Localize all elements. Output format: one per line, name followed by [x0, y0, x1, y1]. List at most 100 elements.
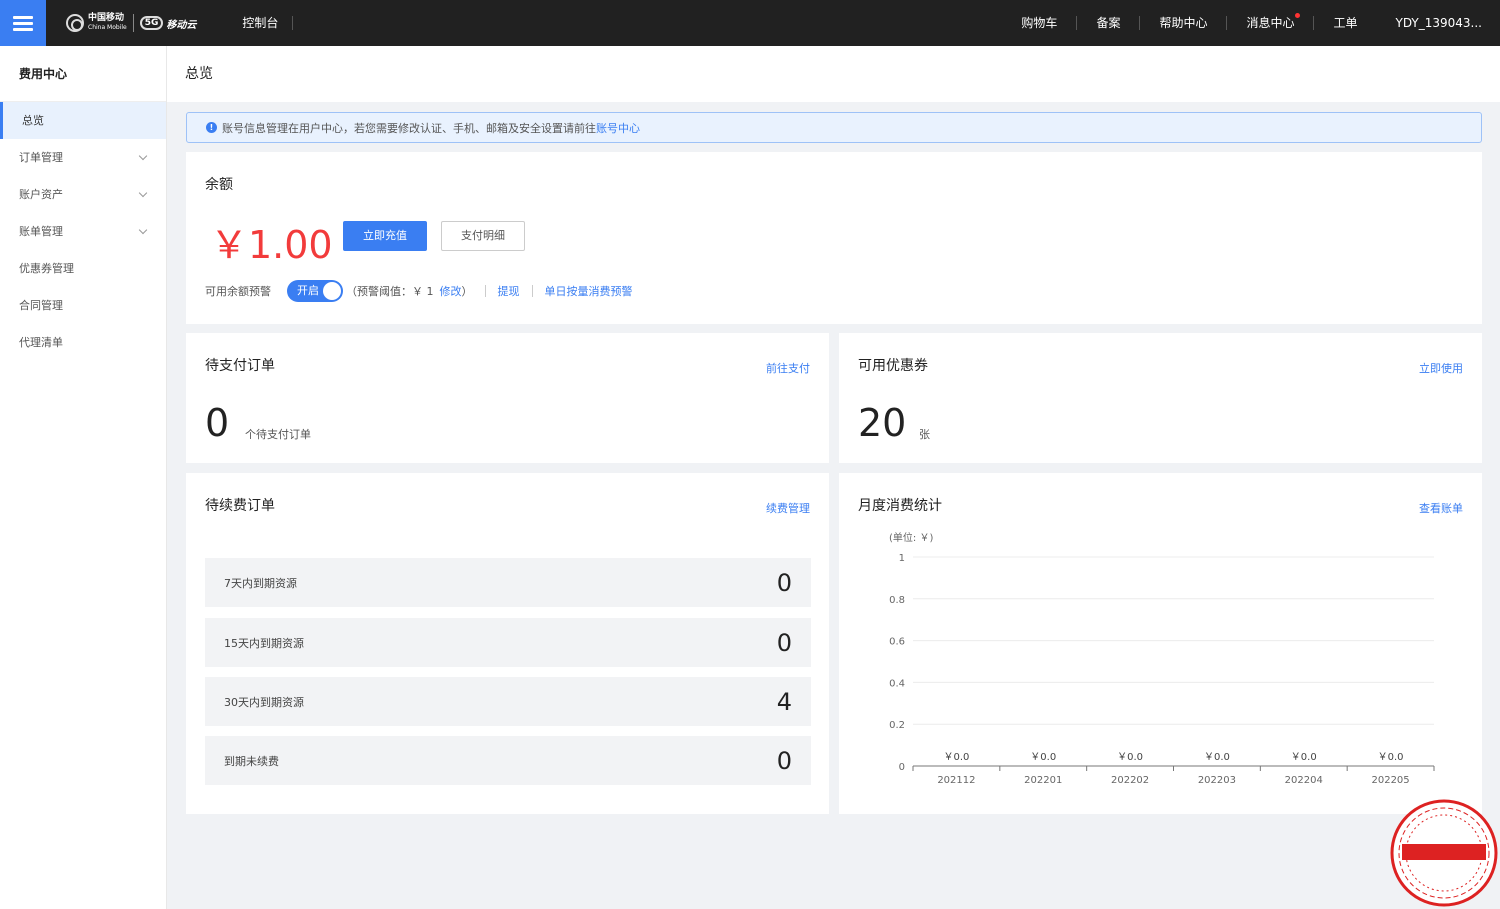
- chart-y-tick-label: 0.2: [889, 720, 905, 731]
- chevron-down-icon: [138, 188, 148, 198]
- user-menu[interactable]: YDY_139043...: [1377, 16, 1483, 30]
- chart-data-label: ￥0.0: [1291, 752, 1317, 763]
- sidebar: 费用中心 总览 订单管理 账户资产 账单管理 优惠券管理 合同管理 代理清单: [0, 46, 167, 909]
- coupons-title: 可用优惠券: [858, 358, 928, 374]
- notice-text: 账号信息管理在用户中心，若您需要修改认证、手机、邮箱及安全设置请前往: [222, 121, 596, 135]
- daily-usage-alert-link[interactable]: 单日按量消费预警: [545, 283, 633, 299]
- sidebar-item-coupons[interactable]: 优惠券管理: [0, 250, 166, 287]
- chart-x-tick-label: 202205: [1371, 775, 1409, 786]
- logo-cn-text: 中国移动: [88, 13, 125, 23]
- chart-x-tick-label: 202202: [1111, 775, 1149, 786]
- toggle-knob: [323, 282, 341, 300]
- modify-threshold-link[interactable]: 修改: [440, 283, 462, 299]
- monthly-spend-chart: (单位: ￥) 0 0.2 0.4 0.6 0.8 1 ￥0.0 202112 ￥0.0 20220…: [889, 531, 1435, 786]
- coupons-count: 20: [858, 401, 907, 445]
- renewal-title: 待续费订单: [205, 498, 275, 514]
- sidebar-item-bills[interactable]: 账单管理: [0, 213, 166, 250]
- toggle-label: 开启: [297, 284, 319, 297]
- renewal-row-label: 15天内到期资源: [224, 636, 304, 650]
- logo-cloud-text: 移动云: [166, 19, 197, 31]
- page-title: 总览: [185, 66, 213, 82]
- coupons-unit: 张: [919, 428, 930, 441]
- chart-y-tick-label: 0: [899, 762, 905, 773]
- page-header: 总览: [167, 46, 1500, 102]
- logo[interactable]: 中国移动 China Mobile 5G 移动云: [66, 0, 196, 46]
- sidebar-item-agent-list[interactable]: 代理清单: [0, 324, 166, 361]
- console-link[interactable]: 控制台: [242, 16, 294, 30]
- balance-title: 余额: [205, 177, 233, 193]
- sidebar-item-label: 订单管理: [19, 151, 63, 164]
- info-notice: ! 账号信息管理在用户中心，若您需要修改认证、手机、邮箱及安全设置请前往 账号中…: [186, 112, 1482, 143]
- renewal-row-value: 4: [776, 687, 792, 716]
- sidebar-item-overview[interactable]: 总览: [0, 102, 166, 139]
- balance-alert-row: 可用余额预警 开启 （预警阈值：￥ 1 修改 ） 提现 单日按量消费预警: [205, 279, 633, 303]
- renewal-row-label: 7天内到期资源: [224, 576, 297, 590]
- payment-details-button[interactable]: 支付明细: [441, 221, 525, 251]
- balance-amount: ￥1.00: [210, 223, 333, 267]
- chart-x-tick-label: 202203: [1198, 775, 1236, 786]
- hamburger-menu-button[interactable]: [0, 0, 46, 46]
- coupons-card: 可用优惠券 立即使用 20 张: [839, 333, 1482, 463]
- sidebar-item-label: 代理清单: [19, 336, 63, 349]
- use-coupons-link[interactable]: 立即使用: [1419, 360, 1463, 376]
- chart-x-tick-label: 202201: [1024, 775, 1062, 786]
- monthly-spend-card: 月度消费统计 查看账单 (单位: ￥) 0 0.2 0.4 0.6 0.8 1 ￥0.0 202…: [839, 473, 1482, 814]
- chart-data-label: ￥0.0: [943, 752, 969, 763]
- balance-alert-toggle[interactable]: 开启: [287, 280, 343, 302]
- renewal-management-link[interactable]: 续费管理: [766, 500, 810, 516]
- renewal-row[interactable]: 30天内到期资源 4: [205, 677, 811, 726]
- chart-data-label: ￥0.0: [1030, 752, 1056, 763]
- sidebar-item-orders[interactable]: 订单管理: [0, 139, 166, 176]
- pending-payment-count: 0: [205, 401, 230, 445]
- logo-en-text: China Mobile: [88, 24, 127, 31]
- logo-5g-badge: 5G: [139, 16, 164, 30]
- go-pay-link[interactable]: 前往支付: [766, 360, 810, 376]
- message-center-label: 消息中心: [1246, 16, 1295, 30]
- top-navbar: 中国移动 China Mobile 5G 移动云 控制台 购物车 备案 帮助中心…: [0, 0, 1500, 46]
- chart-unit-label: (单位: ￥): [889, 531, 933, 544]
- help-center-link[interactable]: 帮助中心: [1140, 16, 1228, 30]
- chart-x-tick-label: 202112: [937, 775, 975, 786]
- renewal-orders-card: 待续费订单 续费管理 7天内到期资源 0 15天内到期资源 0 30天内到期资源…: [186, 473, 829, 814]
- sidebar-item-label: 优惠券管理: [19, 262, 74, 275]
- withdraw-link[interactable]: 提现: [498, 283, 520, 299]
- sidebar-item-label: 账户资产: [19, 188, 63, 201]
- hamburger-icon: [13, 15, 33, 31]
- renewal-row-value: 0: [776, 746, 792, 775]
- china-mobile-logo-icon: [66, 14, 84, 32]
- chart-data-label: ￥0.0: [1117, 752, 1143, 763]
- recharge-button[interactable]: 立即充值: [343, 221, 427, 251]
- renewal-row[interactable]: 15天内到期资源 0: [205, 618, 811, 667]
- chart-y-tick-label: 1: [899, 553, 905, 564]
- chart-y-tick-label: 0.8: [889, 595, 905, 606]
- chart-x-tick-label: 202204: [1285, 775, 1323, 786]
- renewal-row-value: 0: [776, 628, 792, 657]
- unread-dot: [1295, 13, 1301, 18]
- pending-payment-card: 待支付订单 前往支付 0 个待支付订单: [186, 333, 829, 463]
- renewal-row-value: 0: [776, 568, 792, 597]
- threshold-text: （预警阈值：￥ 1: [346, 285, 434, 298]
- record-link[interactable]: 备案: [1077, 16, 1141, 30]
- chart-y-tick-label: 0.4: [889, 678, 905, 689]
- info-icon: !: [206, 122, 217, 133]
- chart-y-tick-label: 0.6: [889, 637, 905, 648]
- balance-card: 余额 ￥1.00 立即充值 支付明细 可用余额预警 开启 （预警阈值：￥ 1 修…: [186, 152, 1482, 324]
- sidebar-item-contracts[interactable]: 合同管理: [0, 287, 166, 324]
- renewal-row[interactable]: 7天内到期资源 0: [205, 558, 811, 607]
- renewal-row-label: 到期未续费: [224, 754, 279, 768]
- seal-stamp: [1390, 799, 1498, 907]
- sidebar-item-label: 总览: [22, 114, 44, 127]
- chart-data-label: ￥0.0: [1378, 752, 1404, 763]
- sidebar-item-label: 账单管理: [19, 225, 63, 238]
- pending-payment-unit: 个待支付订单: [245, 428, 311, 441]
- chevron-down-icon: [138, 151, 148, 161]
- chevron-down-icon: [138, 225, 148, 235]
- renewal-row[interactable]: 到期未续费 0: [205, 736, 811, 785]
- pending-payment-title: 待支付订单: [205, 358, 275, 374]
- logo-divider: [132, 14, 134, 32]
- ticket-link[interactable]: 工单: [1314, 16, 1376, 30]
- account-center-link[interactable]: 账号中心: [596, 120, 640, 136]
- cart-link[interactable]: 购物车: [1002, 16, 1078, 30]
- sidebar-item-account-assets[interactable]: 账户资产: [0, 176, 166, 213]
- message-center-link[interactable]: 消息中心: [1227, 13, 1315, 30]
